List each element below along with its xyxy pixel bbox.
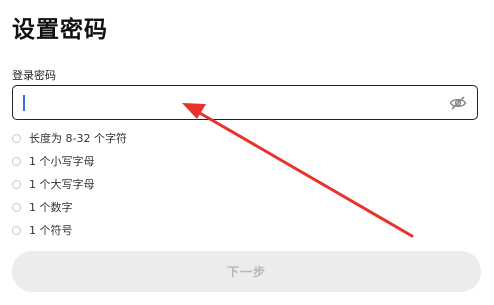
requirement-uppercase: 1 个大写字母 [12, 176, 95, 192]
requirement-indicator [12, 133, 21, 143]
next-step-button[interactable]: 下一步 [12, 251, 481, 292]
requirement-lowercase: 1 个小写字母 [12, 153, 95, 169]
password-input[interactable] [21, 90, 441, 115]
requirement-text: 1 个符号 [29, 224, 73, 237]
requirement-indicator [12, 225, 21, 235]
requirement-number: 1 个数字 [12, 199, 73, 215]
requirement-indicator [12, 202, 21, 212]
page-title: 设置密码 [12, 17, 108, 43]
eye-off-icon[interactable] [449, 94, 467, 112]
requirement-text: 长度为 8-32 个字符 [29, 132, 127, 145]
requirement-symbol: 1 个符号 [12, 222, 73, 238]
requirement-text: 1 个大写字母 [29, 178, 95, 191]
requirement-indicator [12, 179, 21, 189]
requirement-length: 长度为 8-32 个字符 [12, 130, 127, 146]
requirement-text: 1 个数字 [29, 201, 73, 214]
text-caret [23, 95, 25, 111]
password-field[interactable] [12, 85, 478, 120]
requirement-indicator [12, 156, 21, 166]
password-label: 登录密码 [12, 69, 56, 82]
requirement-text: 1 个小写字母 [29, 155, 95, 168]
